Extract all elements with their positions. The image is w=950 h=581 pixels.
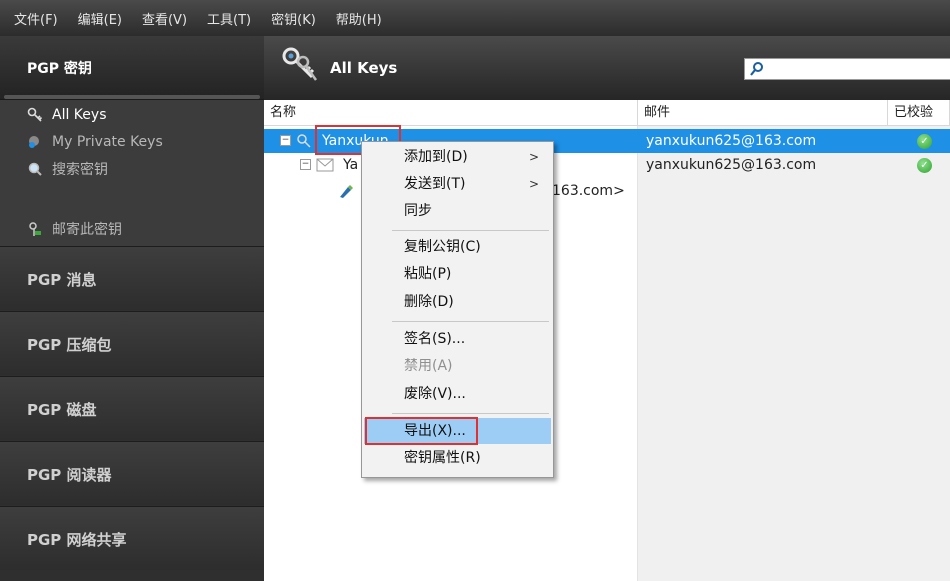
- menu-bar: 文件(F) 编辑(E) 查看(V) 工具(T) 密钥(K) 帮助(H): [0, 0, 950, 36]
- sidebar-item-label: 邮寄此密钥: [52, 222, 122, 238]
- sidebar-section-netshare[interactable]: PGP 网络共享: [0, 506, 264, 570]
- menu-edit[interactable]: 编辑(E): [78, 9, 122, 28]
- menu-item-label: 废除(V)...: [404, 386, 466, 402]
- menu-item-label: 密钥属性(R): [404, 450, 481, 466]
- signature-icon: [338, 179, 358, 203]
- sidebar-header-bar: [4, 95, 260, 99]
- private-key-icon: [26, 133, 44, 151]
- menu-item-send-to[interactable]: 发送到(T) >: [364, 171, 551, 197]
- sidebar-item-private-keys[interactable]: My Private Keys: [26, 132, 163, 152]
- collapse-toggle[interactable]: −: [280, 135, 291, 146]
- menu-separator: [392, 413, 549, 414]
- user-id-email: yanxukun625@163.com: [646, 157, 817, 173]
- keys-icon: [282, 47, 318, 81]
- column-header-name[interactable]: 名称: [264, 100, 638, 126]
- menu-item-label: 粘贴(P): [404, 266, 452, 282]
- menu-separator: [392, 230, 549, 231]
- menu-help[interactable]: 帮助(H): [336, 9, 382, 28]
- key-icon: [296, 129, 314, 153]
- collapse-toggle[interactable]: −: [300, 159, 311, 170]
- menu-item-add-to[interactable]: 添加到(D) >: [364, 144, 551, 170]
- key-email: yanxukun625@163.com: [646, 133, 817, 149]
- sidebar-section-messages[interactable]: PGP 消息: [0, 246, 264, 310]
- search-icon: [26, 160, 44, 178]
- sidebar-section-zip[interactable]: PGP 压缩包: [0, 311, 264, 375]
- sidebar-item-all-keys[interactable]: All Keys: [26, 105, 106, 125]
- chevron-right-icon: >: [528, 177, 539, 191]
- sidebar: PGP 密钥 All Keys My Private Keys 搜索密钥 邮寄此…: [0, 36, 264, 581]
- sidebar-section-label: PGP 阅读器: [27, 466, 112, 484]
- verified-check-icon: ✓: [917, 158, 932, 173]
- sidebar-section-disk[interactable]: PGP 磁盘: [0, 376, 264, 440]
- sidebar-section-label: PGP 消息: [27, 271, 97, 289]
- sidebar-section-label: PGP 网络共享: [27, 531, 127, 549]
- sidebar-item-mail-key[interactable]: 邮寄此密钥: [26, 219, 122, 239]
- sidebar-section-label: PGP 磁盘: [27, 401, 97, 419]
- keys-icon: [26, 106, 44, 124]
- sidebar-item-label: 搜索密钥: [52, 162, 108, 178]
- search-icon: [750, 62, 763, 76]
- menu-item-revoke[interactable]: 废除(V)...: [364, 381, 551, 407]
- sidebar-header-title: PGP 密钥: [27, 61, 92, 77]
- menu-item-label: 签名(S)...: [404, 331, 466, 347]
- menu-item-disable[interactable]: 禁用(A): [364, 353, 551, 379]
- sidebar-item-label: My Private Keys: [52, 134, 163, 150]
- menu-item-copy-public-key[interactable]: 复制公钥(C): [364, 234, 551, 260]
- menu-item-label: 删除(D): [404, 294, 454, 310]
- menu-item-label: 添加到(D): [404, 149, 468, 165]
- menu-item-sync[interactable]: 同步: [364, 198, 551, 224]
- annotation-box-export: [365, 417, 478, 445]
- menu-file[interactable]: 文件(F): [14, 9, 58, 28]
- sidebar-item-label: All Keys: [52, 107, 107, 123]
- sidebar-section-viewer[interactable]: PGP 阅读器: [0, 441, 264, 505]
- user-id-name: Ya: [343, 157, 359, 173]
- envelope-icon: [316, 153, 336, 177]
- mail-key-icon: [26, 220, 44, 238]
- context-menu: 添加到(D) > 发送到(T) > 同步 复制公钥(C) 粘贴(P) 删除(D)…: [361, 141, 554, 478]
- menu-item-label: 禁用(A): [404, 358, 453, 374]
- verified-check-icon: ✓: [917, 134, 932, 149]
- menu-tools[interactable]: 工具(T): [207, 9, 251, 28]
- menu-keys[interactable]: 密钥(K): [271, 9, 316, 28]
- search-input[interactable]: [744, 58, 950, 80]
- menu-item-sign[interactable]: 签名(S)...: [364, 326, 551, 352]
- menu-item-label: 同步: [404, 203, 432, 219]
- sidebar-item-search-keys[interactable]: 搜索密钥: [26, 159, 108, 179]
- column-header-verified[interactable]: 已校验: [888, 100, 950, 126]
- menu-separator: [392, 321, 549, 322]
- menu-item-key-properties[interactable]: 密钥属性(R): [364, 445, 551, 471]
- column-header-email[interactable]: 邮件: [638, 100, 888, 126]
- menu-item-paste[interactable]: 粘贴(P): [364, 261, 551, 287]
- chevron-right-icon: >: [528, 150, 539, 164]
- main-header: All Keys: [264, 36, 950, 100]
- menu-item-delete[interactable]: 删除(D): [364, 289, 551, 315]
- menu-item-label: 复制公钥(C): [404, 239, 481, 255]
- signature-text: 163.com>: [552, 183, 625, 199]
- sidebar-key-list: All Keys My Private Keys 搜索密钥 邮寄此密钥: [0, 100, 264, 257]
- menu-view[interactable]: 查看(V): [142, 9, 187, 28]
- sidebar-section-label: PGP 压缩包: [27, 336, 112, 354]
- page-title: All Keys: [330, 59, 398, 77]
- sidebar-header[interactable]: PGP 密钥: [0, 36, 264, 100]
- menu-item-label: 发送到(T): [404, 176, 466, 192]
